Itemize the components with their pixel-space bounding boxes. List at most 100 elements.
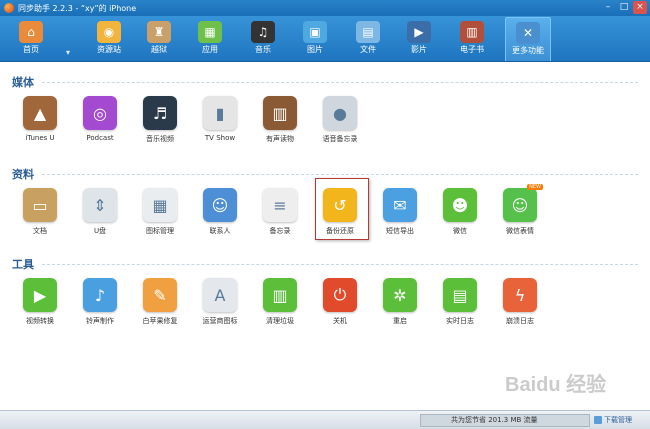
- wechat-sticker-icon: ☺ NEW: [503, 184, 543, 222]
- realtime-log-icon: ▤: [443, 278, 477, 312]
- more-tools-panel: 媒体 ▲ iTunes U ◎ Podcast ♬ 音乐视频 ▮ TV Show ▥ 有声读物 ● 语音…: [0, 62, 650, 410]
- tool-tile-itunes-u[interactable]: ▲ iTunes U: [12, 96, 68, 142]
- toolbar-item-apps[interactable]: ▦ 应用: [187, 17, 233, 61]
- section-divider: [42, 264, 638, 265]
- tool-tile-document[interactable]: ▭ 文档: [12, 188, 68, 236]
- icon-glyph: ♬: [152, 103, 168, 123]
- tool-tile-audiobook[interactable]: ▥ 有声读物: [252, 96, 308, 144]
- crash-log-icon: ϟ: [503, 278, 537, 312]
- tool-tile-usb-disk[interactable]: ⇕ U盘: [72, 188, 128, 236]
- home-icon: ⌂: [19, 21, 43, 43]
- title-bar: 同步助手 2.2.3 - “xy”的 iPhone – □ ×: [0, 0, 650, 16]
- toolbar-item-music[interactable]: ♫ 音乐: [240, 17, 286, 61]
- toolbar-item-photo[interactable]: ▣ 图片: [292, 17, 338, 61]
- tool-tile-label: 文档: [33, 227, 47, 235]
- podcast-icon: ◎: [83, 96, 117, 130]
- tool-tile-repair[interactable]: ✎ 白苹果修复: [132, 278, 188, 326]
- icon-glyph: ●: [333, 103, 347, 123]
- tool-tile-wechat[interactable]: ☻ 微信: [432, 188, 488, 236]
- toolbar-item-label: 音乐: [255, 45, 271, 54]
- download-manager-link[interactable]: 下载管理: [594, 414, 632, 426]
- folder-icon: ▤: [356, 21, 380, 43]
- tool-tile-carrier[interactable]: A 运营商图标: [192, 278, 248, 326]
- tool-tile-tv-show[interactable]: ▮ TV Show: [192, 96, 248, 142]
- contacts-icon: ☺: [203, 188, 237, 222]
- status-bar: 共为您节省 201.3 MB 流量 下载管理: [0, 410, 650, 429]
- tool-tile-restart[interactable]: ✲ 重启: [372, 278, 428, 326]
- download-manager-label: 下载管理: [604, 416, 632, 424]
- icon-glyph: ☺: [511, 195, 529, 215]
- tool-tile-crash-log[interactable]: ϟ 崩溃日志: [492, 278, 548, 326]
- icon-glyph: ▦: [152, 195, 168, 215]
- tool-tile-label: 白苹果修复: [142, 317, 178, 325]
- apps-icon: ▦: [198, 21, 222, 43]
- carrier-icon: A: [203, 278, 237, 312]
- close-button[interactable]: ×: [633, 1, 647, 14]
- tool-tile-contacts[interactable]: ☺ 联系人: [192, 188, 248, 236]
- photo-icon: ▣: [303, 21, 327, 43]
- tool-tile-sms-export[interactable]: ✉ 短信导出: [372, 188, 428, 236]
- download-icon: [594, 416, 602, 424]
- tool-tile-label: 联系人: [209, 227, 231, 235]
- tool-tile-power-off[interactable]: ⏻ 关机: [312, 278, 368, 326]
- tool-tile-wechat-sticker[interactable]: ☺ NEW 微信表情: [492, 184, 548, 236]
- toolbar-item-ebook[interactable]: ▥ 电子书: [449, 17, 495, 61]
- icon-glyph: ◎: [93, 103, 107, 123]
- toolbar-item-folder[interactable]: ▤ 文件: [345, 17, 391, 61]
- tool-tile-icon-manage[interactable]: ▦ 图标管理: [132, 188, 188, 236]
- tool-tile-label: 清理垃圾: [266, 317, 294, 325]
- usb-disk-icon: ⇕: [83, 188, 117, 222]
- section-title: 工具: [12, 258, 34, 271]
- icon-glyph: ▭: [32, 195, 48, 215]
- toolbar-item-label: 更多功能: [512, 46, 544, 55]
- toolbar-item-more-tools[interactable]: ✕ 更多功能: [505, 17, 551, 61]
- home-dropdown-icon[interactable]: ▾: [66, 48, 70, 57]
- section-title: 资料: [12, 168, 34, 181]
- watermark: Baidu 经验: [505, 374, 607, 396]
- icon-glyph: ☺: [211, 195, 229, 215]
- toolbar-item-video[interactable]: ▶ 影片: [396, 17, 442, 61]
- icon-glyph: ☻: [451, 195, 469, 215]
- tool-tile-label: 备忘录: [269, 227, 291, 235]
- icon-glyph: ✲: [393, 285, 407, 305]
- tool-tile-podcast[interactable]: ◎ Podcast: [72, 96, 128, 142]
- tool-tile-label: 重启: [393, 317, 407, 325]
- toolbar-item-jailbreak[interactable]: ♜ 越狱: [136, 17, 182, 61]
- icon-glyph: ⏻: [333, 285, 347, 304]
- wechat-icon: ☻: [443, 188, 477, 222]
- maximize-button[interactable]: □: [617, 1, 631, 14]
- tool-tile-voice-memo[interactable]: ● 语音备忘录: [312, 96, 368, 144]
- tool-tile-music-video[interactable]: ♬ 音乐视频: [132, 96, 188, 144]
- toolbar-item-label: 资源站: [97, 45, 121, 54]
- video-icon: ▶: [407, 21, 431, 43]
- tool-tile-label: U盘: [93, 227, 107, 235]
- new-badge: NEW: [527, 184, 543, 190]
- toolbar-item-home[interactable]: ⌂ 首页: [8, 17, 54, 61]
- tool-tile-ringtone[interactable]: ♪ 铃声制作: [72, 278, 128, 326]
- tool-tile-label: 崩溃日志: [506, 317, 534, 325]
- tool-tile-realtime-log[interactable]: ▤ 实时日志: [432, 278, 488, 326]
- tool-tile-label: TV Show: [204, 134, 236, 142]
- tool-tile-clean-junk[interactable]: ▥ 清理垃圾: [252, 278, 308, 326]
- tool-tile-notes[interactable]: ≡ 备忘录: [252, 188, 308, 236]
- tool-tile-video-convert[interactable]: ▶ 视频转换: [12, 278, 68, 326]
- toolbar-item-label: 文件: [360, 45, 376, 54]
- sms-export-icon: ✉: [383, 188, 417, 222]
- ringtone-icon: ♪: [83, 278, 117, 312]
- minimize-button[interactable]: –: [601, 1, 615, 14]
- icon-glyph: ▮: [215, 103, 225, 123]
- tool-tile-label: 有声读物: [266, 135, 294, 143]
- section-divider: [42, 174, 638, 175]
- tool-tile-label: 铃声制作: [86, 317, 114, 325]
- toolbar-item-label: 电子书: [460, 45, 484, 54]
- icon-glyph: ▥: [272, 103, 288, 123]
- traffic-saved-text: 共为您节省 201.3 MB 流量: [420, 414, 590, 427]
- notes-icon: ≡: [263, 188, 297, 222]
- more-tools-icon: ✕: [516, 22, 540, 44]
- tool-tile-label: 图标管理: [146, 227, 174, 235]
- toolbar-item-label: 越狱: [151, 45, 167, 54]
- toolbar-item-store[interactable]: ◉ 资源站: [86, 17, 132, 61]
- music-video-icon: ♬: [143, 96, 177, 130]
- repair-icon: ✎: [143, 278, 177, 312]
- icon-glyph: ✉: [393, 195, 407, 215]
